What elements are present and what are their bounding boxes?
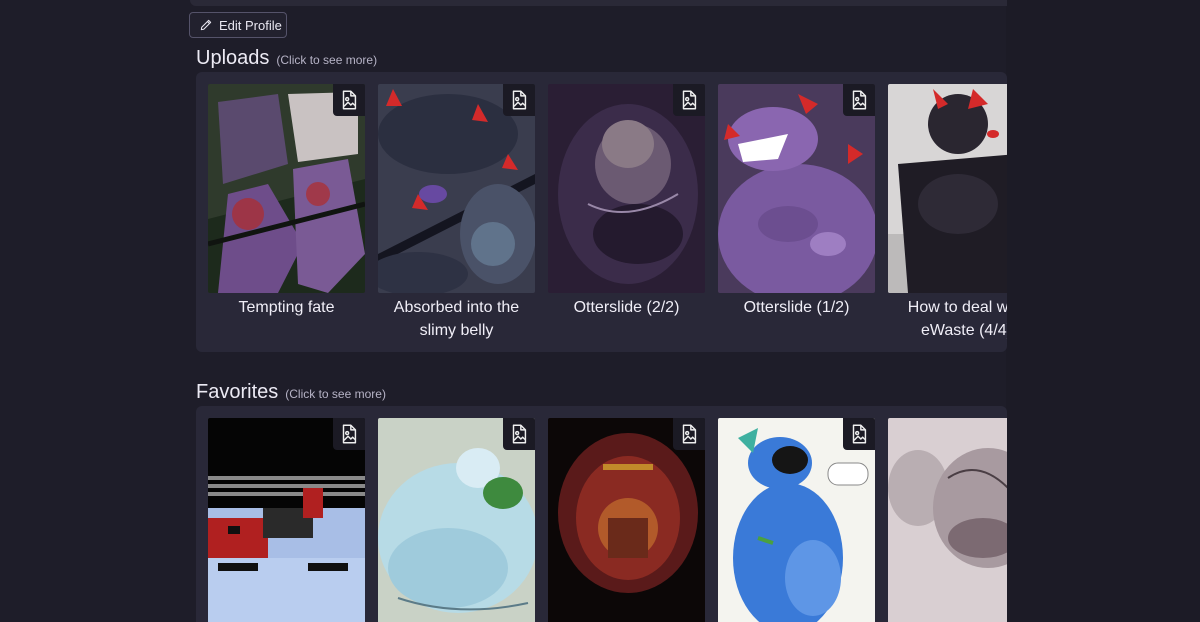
upload-thumbnail[interactable] [208, 84, 365, 293]
image-file-icon-badge [673, 84, 705, 116]
image-file-icon-badge [503, 418, 535, 450]
image-file-icon-badge [333, 84, 365, 116]
favorite-card[interactable] [888, 418, 1007, 622]
image-file-icon-badge [843, 418, 875, 450]
upload-title[interactable]: Otterslide (1/2) [718, 296, 875, 319]
upload-title[interactable]: Absorbed into the slimy belly [378, 296, 535, 342]
uploads-title: Uploads [196, 47, 270, 69]
favorite-card[interactable] [548, 418, 705, 622]
upload-title[interactable]: Tempting fate [208, 296, 365, 319]
image-file-icon [852, 90, 867, 110]
favorites-see-more-link[interactable]: (Click to see more) [285, 387, 386, 401]
image-file-icon [682, 90, 697, 110]
image-file-icon-badge [673, 418, 705, 450]
upload-thumbnail[interactable] [548, 84, 705, 293]
profile-header-bottom [190, 0, 1014, 6]
dark-figure-thumbnail-art [888, 84, 1007, 293]
favorites-title: Favorites [196, 381, 279, 403]
uploads-heading: Uploads (Click to see more) [196, 47, 377, 70]
favorite-card[interactable] [378, 418, 535, 622]
sketch-thumbnail-art [888, 418, 1007, 622]
image-file-icon [512, 90, 527, 110]
image-file-icon [342, 90, 357, 110]
pencil-icon [200, 19, 212, 31]
upload-title[interactable]: How to deal with eWaste (4/4) [888, 296, 1007, 342]
image-file-icon [342, 424, 357, 444]
image-file-icon [682, 424, 697, 444]
favorite-thumbnail[interactable] [548, 418, 705, 622]
right-gutter [1007, 0, 1200, 622]
favorites-strip [196, 406, 1007, 622]
favorite-thumbnail[interactable] [208, 418, 365, 622]
upload-card[interactable]: Tempting fate [208, 84, 365, 319]
profile-column: Edit Profile Uploads (Click to see more) [0, 0, 1014, 622]
favorite-thumbnail[interactable] [888, 418, 1007, 622]
uploads-see-more-link[interactable]: (Click to see more) [276, 53, 377, 67]
favorite-thumbnail[interactable] [378, 418, 535, 622]
upload-thumbnail[interactable] [718, 84, 875, 293]
image-file-icon [852, 424, 867, 444]
uploads-strip: Tempting fate Absorbed into the slimy be… [196, 72, 1007, 352]
edit-profile-label: Edit Profile [219, 17, 282, 33]
upload-card[interactable]: Absorbed into the slimy belly [378, 84, 535, 342]
image-file-icon-badge [843, 84, 875, 116]
favorite-card[interactable] [718, 418, 875, 622]
upload-card[interactable]: How to deal with eWaste (4/4) [888, 84, 1007, 342]
image-file-icon-badge [333, 418, 365, 450]
favorite-card[interactable] [208, 418, 365, 622]
image-file-icon-badge [503, 84, 535, 116]
image-file-icon [512, 424, 527, 444]
favorite-thumbnail[interactable] [718, 418, 875, 622]
favorites-heading: Favorites (Click to see more) [196, 381, 386, 404]
edit-profile-button[interactable]: Edit Profile [189, 12, 287, 38]
upload-title[interactable]: Otterslide (2/2) [548, 296, 705, 319]
upload-card[interactable]: Otterslide (1/2) [718, 84, 875, 319]
upload-card[interactable]: Otterslide (2/2) [548, 84, 705, 319]
upload-thumbnail[interactable] [378, 84, 535, 293]
upload-thumbnail[interactable] [888, 84, 1007, 293]
